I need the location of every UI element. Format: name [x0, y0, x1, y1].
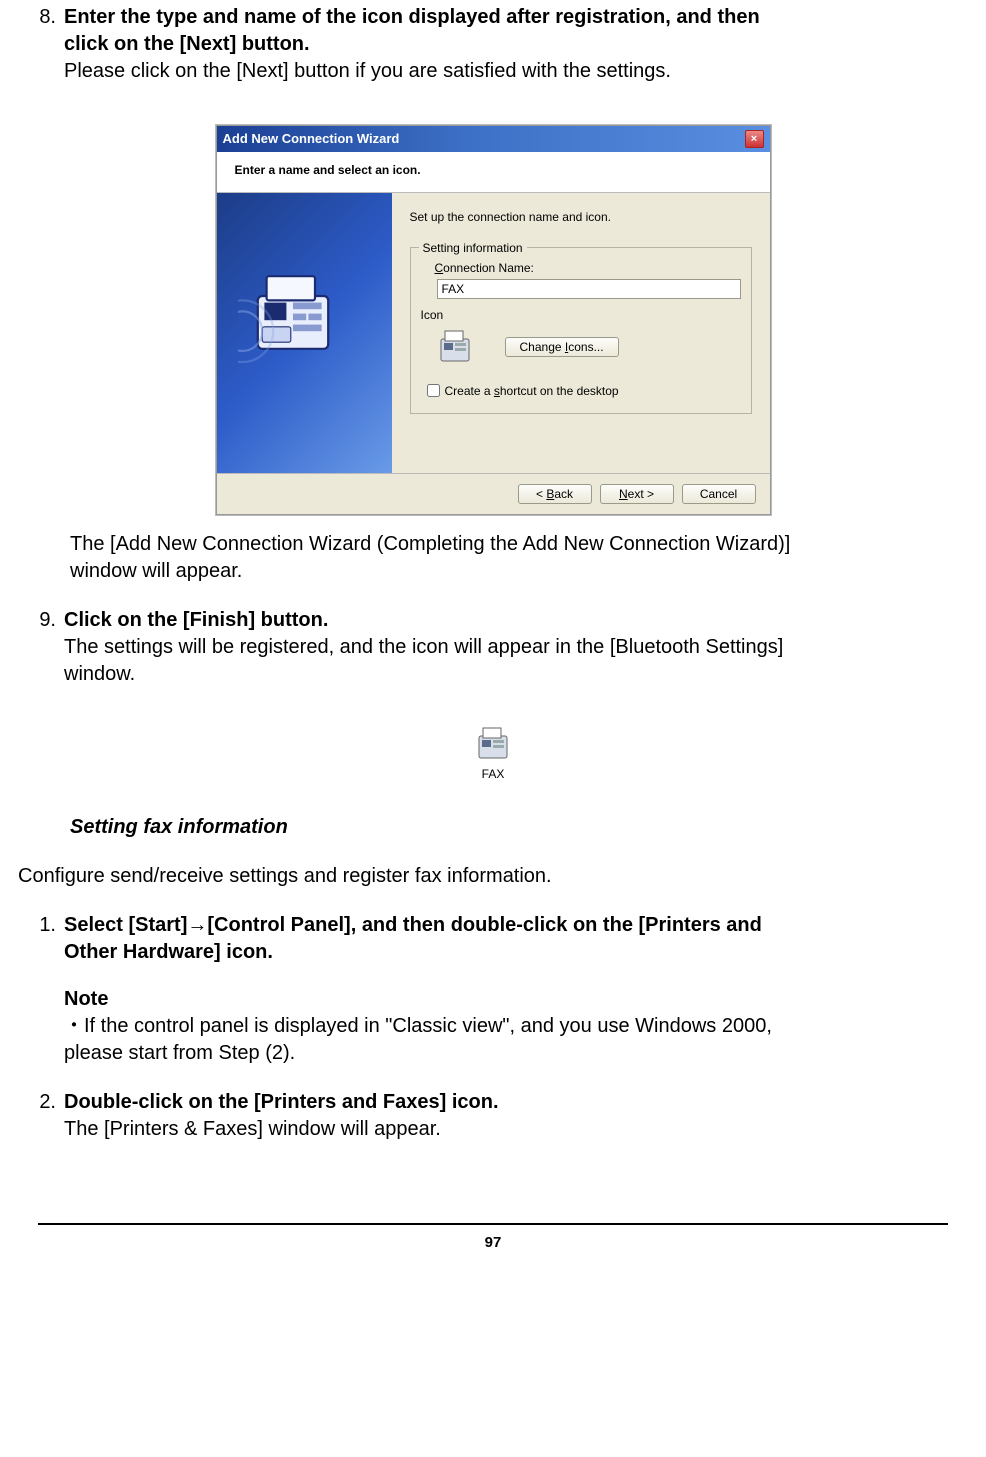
setting-information-group: Setting information Connection Name: Ico…: [410, 247, 752, 414]
step1-title-line1: Select [Start]→[Control Panel], and then…: [64, 912, 976, 939]
connection-name-label: Connection Name:: [435, 260, 741, 276]
wizard-dialog: Add New Connection Wizard × Enter a name…: [216, 125, 771, 515]
fax-icon: [473, 724, 513, 764]
note-body-line1: ・If the control panel is displayed in "C…: [64, 1013, 972, 1040]
page-number: 97: [10, 1225, 976, 1273]
close-icon[interactable]: ×: [745, 130, 764, 148]
change-icons-button[interactable]: Change Icons...: [505, 337, 619, 357]
step2-title: Double-click on the [Printers and Faxes]…: [64, 1089, 976, 1116]
fax-icon: [435, 327, 475, 367]
fax-machine-illustration-icon: [238, 263, 348, 373]
connection-name-input[interactable]: [437, 279, 741, 299]
step-number: 1.: [10, 912, 64, 939]
fax-desktop-icon: FAX: [469, 724, 517, 782]
cancel-button[interactable]: Cancel: [682, 484, 756, 504]
wizard-banner: Enter a name and select an icon.: [217, 152, 770, 193]
step9-body1: The settings will be registered, and the…: [64, 634, 976, 661]
step-number: 2.: [10, 1089, 64, 1116]
step-number: 8.: [10, 4, 64, 31]
fax-icon-label: FAX: [469, 766, 517, 782]
step8-body: Please click on the [Next] button if you…: [64, 58, 976, 85]
create-shortcut-checkbox[interactable]: [427, 384, 440, 397]
step8-after1: The [Add New Connection Wizard (Completi…: [70, 531, 976, 558]
step9-body2: window.: [64, 661, 976, 688]
configure-paragraph: Configure send/receive settings and regi…: [18, 863, 976, 890]
wizard-title-bar: Add New Connection Wizard ×: [217, 126, 770, 152]
back-button[interactable]: < Back: [518, 484, 592, 504]
step-number: 9.: [10, 607, 64, 634]
note-label: Note: [64, 986, 976, 1013]
wizard-instruction: Set up the connection name and icon.: [410, 209, 752, 225]
setting-fax-info-heading: Setting fax information: [10, 814, 976, 841]
step8-after2: window will appear.: [70, 558, 976, 585]
wizard-title-text: Add New Connection Wizard: [223, 130, 400, 148]
wizard-sidebar-image: [217, 193, 392, 473]
next-button[interactable]: Next >: [600, 484, 674, 504]
step9-title: Click on the [Finish] button.: [64, 607, 976, 634]
create-shortcut-label: Create a shortcut on the desktop: [445, 383, 619, 399]
step8-title-line1: Enter the type and name of the icon disp…: [64, 4, 976, 31]
fieldset-legend: Setting information: [419, 240, 527, 256]
step2-body: The [Printers & Faxes] window will appea…: [64, 1116, 976, 1143]
icon-label: Icon: [421, 307, 741, 323]
note-body-line2: please start from Step (2).: [64, 1040, 972, 1067]
step1-title-line2: Other Hardware] icon.: [64, 939, 976, 966]
step8-title-line2: click on the [Next] button.: [64, 31, 976, 58]
